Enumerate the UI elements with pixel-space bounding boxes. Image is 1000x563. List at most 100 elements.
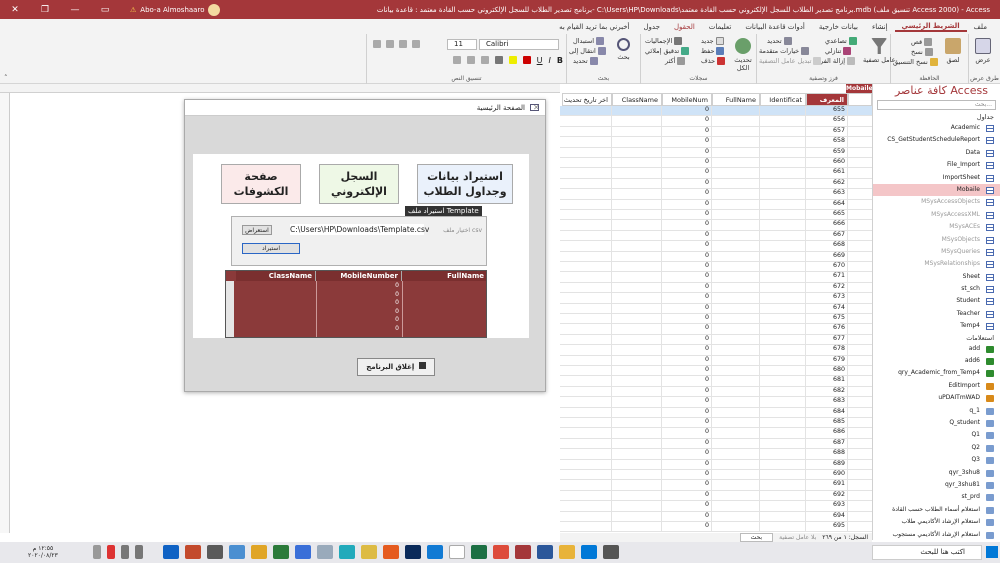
table-cell[interactable]: [712, 251, 760, 262]
select-button[interactable]: تحديد: [573, 57, 598, 65]
table-cell[interactable]: 0: [662, 189, 712, 200]
table-cell[interactable]: [760, 314, 806, 324]
nav-table-item[interactable]: Temp4: [873, 320, 1000, 332]
table-cell[interactable]: [562, 438, 612, 449]
table-cell[interactable]: [612, 366, 662, 376]
table-row[interactable]: 681 0: [560, 376, 872, 387]
align-center-icon[interactable]: [466, 56, 475, 64]
align-right-icon[interactable]: [480, 56, 489, 64]
nav-query-item[interactable]: EditImport: [873, 380, 1000, 392]
table-cell[interactable]: [712, 168, 760, 179]
table-cell[interactable]: [562, 459, 612, 470]
table-row[interactable]: 658 0: [560, 137, 872, 148]
table-cell[interactable]: 0: [662, 407, 712, 418]
table-cell[interactable]: 0: [662, 355, 712, 366]
ribbon-tab[interactable]: الحقول: [667, 23, 702, 31]
table-cell[interactable]: [760, 116, 806, 127]
table-cell[interactable]: 0: [662, 230, 712, 241]
table-cell[interactable]: [562, 334, 612, 345]
horizontal-scrollbar-area[interactable]: [0, 93, 10, 533]
toggle-filter-button[interactable]: تبديل عامل التصفية: [759, 57, 822, 65]
nav-query-item[interactable]: Q_student: [873, 417, 1000, 429]
table-cell[interactable]: [760, 501, 806, 512]
font-size-select[interactable]: 11: [447, 39, 477, 50]
table-cell[interactable]: 0: [662, 314, 712, 324]
table-cell[interactable]: [760, 480, 806, 491]
table-cell[interactable]: 0: [662, 459, 712, 470]
table-cell[interactable]: [760, 137, 806, 148]
table-cell[interactable]: [562, 199, 612, 210]
table-cell[interactable]: [712, 511, 760, 522]
grid-cell[interactable]: 0: [316, 299, 402, 308]
app-icon[interactable]: [405, 545, 421, 559]
table-cell[interactable]: [712, 106, 760, 116]
table-cell[interactable]: [612, 220, 662, 231]
table-cell[interactable]: [760, 158, 806, 168]
table-cell[interactable]: 669: [806, 251, 848, 262]
indent-icon[interactable]: [386, 40, 394, 48]
table-cell[interactable]: [562, 418, 612, 428]
table-cell[interactable]: [760, 189, 806, 200]
grid-cell[interactable]: 0: [316, 316, 402, 325]
table-cell[interactable]: [760, 126, 806, 137]
table-cell[interactable]: 0: [662, 490, 712, 501]
table-cell[interactable]: [712, 428, 760, 439]
ribbon-tab[interactable]: ملف: [967, 23, 994, 31]
table-cell[interactable]: [562, 303, 612, 314]
nav-query-item[interactable]: استعلام الإرشاد الأكاديمي مستجوب: [873, 529, 1000, 541]
view-button[interactable]: عرض: [975, 38, 991, 64]
table-cell[interactable]: [562, 470, 612, 480]
table-row[interactable]: 678 0: [560, 345, 872, 356]
table-cell[interactable]: [562, 397, 612, 408]
table-cell[interactable]: [712, 366, 760, 376]
column-header[interactable]: MobileNum: [662, 93, 712, 106]
table-cell[interactable]: [712, 116, 760, 127]
table-cell[interactable]: [712, 324, 760, 335]
table-cell[interactable]: [612, 480, 662, 491]
column-header[interactable]: المعرف: [806, 93, 848, 106]
table-cell[interactable]: 676: [806, 324, 848, 335]
nav-query-item[interactable]: q_1: [873, 405, 1000, 417]
nav-table-item[interactable]: ImportSheet: [873, 172, 1000, 184]
table-cell[interactable]: [712, 137, 760, 148]
table-cell[interactable]: 694: [806, 511, 848, 522]
import-data-tile[interactable]: استيراد بيانات وجداول الطلاب: [417, 164, 513, 204]
table-cell[interactable]: [562, 449, 612, 460]
table-cell[interactable]: 665: [806, 210, 848, 220]
nav-table-item[interactable]: Sheet: [873, 271, 1000, 283]
app-icon[interactable]: [273, 545, 289, 559]
nav-query-item[interactable]: st_prd: [873, 491, 1000, 503]
table-cell[interactable]: [760, 199, 806, 210]
app-icon[interactable]: [361, 545, 377, 559]
align-left-icon[interactable]: [452, 56, 461, 64]
table-cell[interactable]: [712, 241, 760, 252]
table-cell[interactable]: [612, 407, 662, 418]
table-cell[interactable]: [612, 199, 662, 210]
app-icon[interactable]: [449, 545, 465, 559]
nav-query-item[interactable]: add6: [873, 355, 1000, 367]
spelling-button[interactable]: تدقيق إملائي: [645, 47, 690, 55]
table-cell[interactable]: 687: [806, 438, 848, 449]
table-cell[interactable]: 670: [806, 262, 848, 272]
table-cell[interactable]: 679: [806, 355, 848, 366]
align-icon[interactable]: [373, 40, 381, 48]
table-cell[interactable]: [562, 282, 612, 293]
taskbar-search-input[interactable]: اكتب هنا للبحث: [872, 545, 982, 560]
table-cell[interactable]: [612, 376, 662, 387]
nav-query-item[interactable]: Q1: [873, 429, 1000, 441]
table-cell[interactable]: 685: [806, 418, 848, 428]
find-button[interactable]: بحث: [617, 38, 630, 61]
font-name-select[interactable]: Calibri: [479, 39, 559, 50]
table-cell[interactable]: [712, 376, 760, 387]
table-cell[interactable]: 673: [806, 293, 848, 304]
table-cell[interactable]: 688: [806, 449, 848, 460]
table-cell[interactable]: 668: [806, 241, 848, 252]
table-cell[interactable]: 0: [662, 262, 712, 272]
table-row[interactable]: 677 0: [560, 334, 872, 346]
table-cell[interactable]: [612, 511, 662, 522]
ribbon-tab[interactable]: بيانات خارجية: [812, 23, 865, 31]
table-cell[interactable]: 0: [662, 303, 712, 314]
table-cell[interactable]: 693: [806, 501, 848, 512]
table-cell[interactable]: 0: [662, 199, 712, 210]
table-cell[interactable]: [760, 178, 806, 189]
